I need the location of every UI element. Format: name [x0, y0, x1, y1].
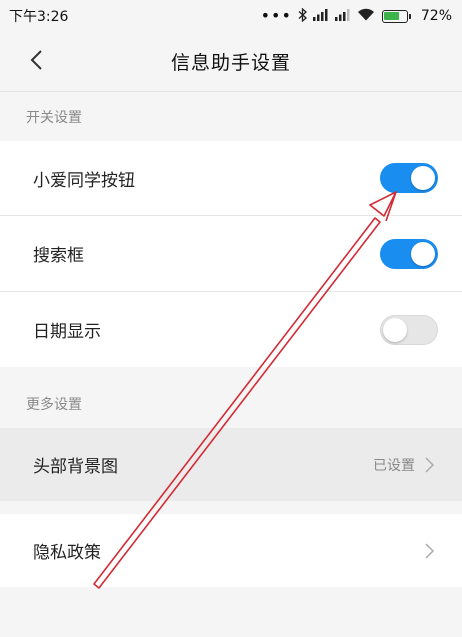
- battery-icon: [381, 9, 411, 23]
- setting-value-group: [425, 542, 434, 559]
- section-header-switches: 开关设置: [0, 93, 462, 141]
- setting-row-header-background[interactable]: 头部背景图 已设置: [0, 428, 462, 501]
- page-title: 信息助手设置: [170, 52, 291, 74]
- notification-dots: •••: [260, 6, 292, 25]
- wifi-icon: [357, 8, 375, 24]
- setting-value-group: 已设置: [373, 455, 434, 475]
- nav-bar: 信息助手设置: [0, 32, 462, 92]
- setting-label: 搜索框: [33, 246, 84, 266]
- setting-label: 隐私政策: [33, 543, 101, 563]
- setting-row-search-box: 搜索框: [0, 216, 462, 291]
- setting-value: 已设置: [373, 457, 415, 474]
- search-box-toggle[interactable]: [380, 238, 438, 269]
- status-indicators: ••• 72%: [260, 6, 452, 25]
- back-button[interactable]: [22, 48, 50, 76]
- setting-row-privacy-policy[interactable]: 隐私政策: [0, 514, 462, 587]
- setting-label: 头部背景图: [33, 457, 118, 477]
- chevron-right-icon: [425, 456, 434, 473]
- date-display-toggle[interactable]: [380, 314, 438, 345]
- signal-icon: [312, 8, 329, 24]
- bluetooth-icon: [298, 7, 307, 25]
- setting-label: 日期显示: [33, 322, 101, 342]
- signal-icon: [334, 8, 351, 24]
- status-time: 下午3:26: [9, 9, 69, 25]
- chevron-left-icon: [29, 49, 43, 75]
- setting-label: 小爱同学按钮: [33, 170, 135, 191]
- status-bar: 下午3:26 ••• 72%: [0, 0, 462, 32]
- section-header-more: 更多设置: [0, 380, 462, 428]
- section-title: 更多设置: [26, 397, 82, 413]
- setting-row-date-display: 日期显示: [0, 292, 462, 367]
- chevron-right-icon: [425, 542, 434, 559]
- xiaoai-button-toggle[interactable]: [380, 163, 438, 193]
- battery-percent: 72%: [420, 8, 452, 24]
- setting-row-xiaoai-button: 小爱同学按钮: [0, 141, 462, 215]
- section-title: 开关设置: [26, 110, 82, 126]
